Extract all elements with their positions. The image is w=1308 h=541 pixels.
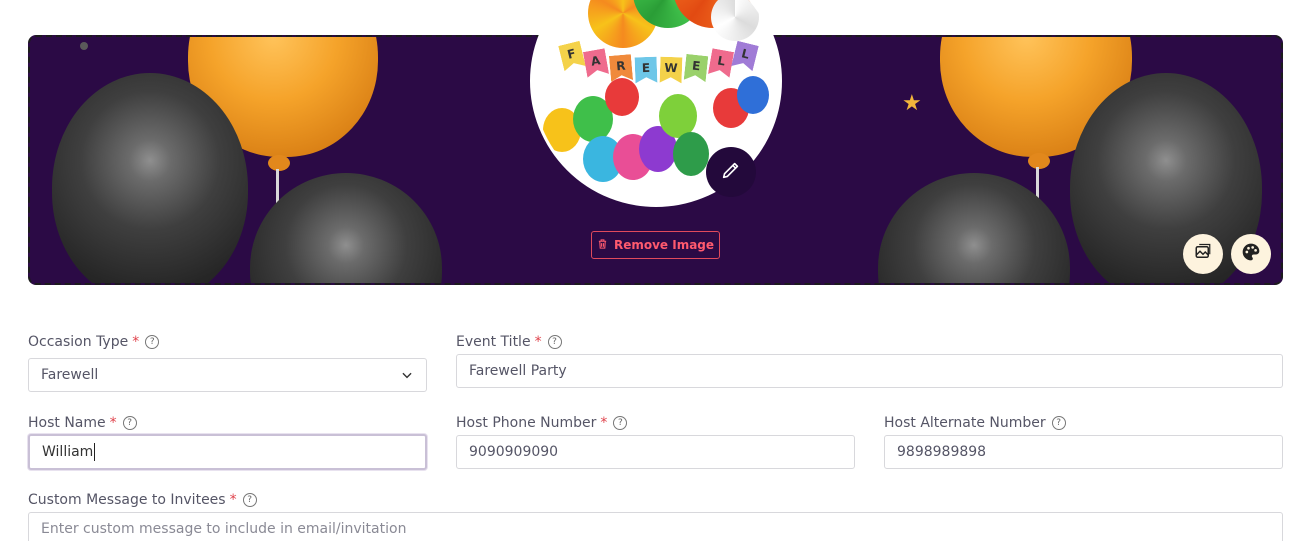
change-background-image-button[interactable] — [1183, 234, 1223, 274]
star-decoration: ★ — [902, 91, 922, 116]
chevron-down-icon — [400, 368, 414, 386]
help-circle-icon[interactable]: ? — [613, 416, 628, 430]
help-circle-icon[interactable]: ? — [122, 416, 137, 430]
occasion-type-select[interactable]: Farewell — [28, 358, 427, 392]
image-icon — [1194, 243, 1212, 265]
custom-message-textarea[interactable]: Enter custom message to include in email… — [28, 512, 1283, 541]
banner-flag: L — [731, 41, 759, 72]
pencil-icon — [720, 159, 742, 185]
trash-icon — [597, 238, 608, 253]
help-circle-icon[interactable]: ? — [242, 493, 257, 507]
remove-image-button[interactable]: Remove Image — [591, 231, 720, 259]
banner-flag: E — [635, 57, 658, 84]
party-balloon — [605, 78, 639, 116]
custom-message-label: Custom Message to Invitees * ? — [28, 492, 257, 508]
remove-image-label: Remove Image — [613, 238, 715, 252]
occasion-type-label: Occasion Type * ? — [28, 334, 160, 350]
host-phone-input[interactable]: 9090909090 — [456, 435, 855, 469]
banner-flag: W — [660, 57, 683, 84]
event-title-label: Event Title * ? — [456, 334, 562, 350]
host-name-label: Host Name * ? — [28, 415, 137, 431]
balloon-knot — [268, 155, 290, 171]
paper-fan — [711, 0, 759, 41]
required-mark: * — [109, 415, 117, 431]
host-alternate-number-label: Host Alternate Number ? — [884, 415, 1066, 431]
balloon-knot — [1028, 153, 1050, 169]
change-theme-color-button[interactable] — [1231, 234, 1271, 274]
required-mark: * — [229, 492, 237, 508]
host-phone-label: Host Phone Number * ? — [456, 415, 628, 431]
decor-dot — [80, 42, 88, 50]
help-circle-icon[interactable]: ? — [145, 335, 160, 349]
party-balloon — [673, 132, 709, 176]
banner-flag: F — [558, 41, 586, 72]
required-mark: * — [534, 334, 542, 350]
palette-icon — [1241, 242, 1261, 266]
event-title-input[interactable]: Farewell Party — [456, 354, 1283, 388]
banner-flag: E — [684, 54, 709, 82]
edit-avatar-button[interactable] — [706, 147, 756, 197]
host-name-input[interactable]: William — [28, 434, 427, 470]
balloon-black-right-2 — [878, 173, 1070, 283]
host-alternate-number-input[interactable]: 9898989898 — [884, 435, 1283, 469]
text-caret — [94, 443, 96, 461]
required-mark: * — [600, 415, 608, 431]
help-circle-icon[interactable]: ? — [1051, 416, 1066, 430]
banner-flag: L — [708, 48, 734, 77]
party-balloon — [737, 76, 769, 114]
required-mark: * — [132, 334, 140, 350]
custom-message-placeholder: Enter custom message to include in email… — [41, 521, 407, 537]
help-circle-icon[interactable]: ? — [547, 335, 562, 349]
banner-flag: A — [583, 48, 609, 77]
